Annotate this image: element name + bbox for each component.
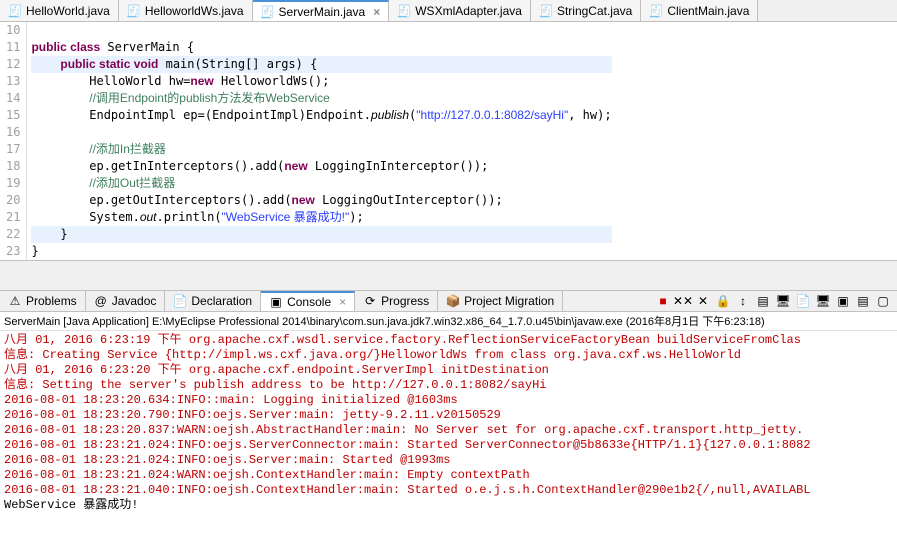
panel-label: Progress [381, 294, 429, 308]
panel-icon: ⟳ [363, 294, 377, 308]
console-line: 2016-08-01 18:23:21.040:INFO:oejsh.Conte… [4, 483, 893, 498]
panel-label: Javadoc [112, 294, 157, 308]
java-file-icon: 🧾 [397, 4, 411, 18]
console-line: 信息: Creating Service {http://impl.ws.cxf… [4, 348, 893, 363]
panel-label: Declaration [191, 294, 252, 308]
panel-tab-progress[interactable]: ⟳ Progress [355, 291, 438, 311]
java-file-icon: 🧾 [649, 4, 663, 18]
editor-tab-4[interactable]: 🧾 StringCat.java [531, 0, 641, 21]
java-file-icon: 🧾 [8, 4, 22, 18]
editor-tabs: 🧾 HelloWorld.java 🧾 HelloworldWs.java 🧾 Serve… [0, 0, 897, 22]
panel-icon: ⚠ [8, 294, 22, 308]
tab-label: HelloWorld.java [26, 4, 110, 18]
tab-label: StringCat.java [557, 4, 632, 18]
console-line: 2016-08-01 18:23:21.024:INFO:oejs.Server… [4, 453, 893, 468]
toolbar-button-5[interactable]: ▤ [755, 293, 771, 309]
code-editor[interactable]: 1011121314151617181920212223 public clas… [0, 22, 897, 260]
panel-tab-javadoc[interactable]: @ Javadoc [86, 291, 166, 311]
panel-icon: ▣ [269, 295, 283, 309]
editor-tab-0[interactable]: 🧾 HelloWorld.java [0, 0, 119, 21]
console-line: 2016-08-01 18:23:21.024:INFO:oejs.Server… [4, 438, 893, 453]
java-file-icon: 🧾 [127, 4, 141, 18]
panel-icon: 📦 [446, 294, 460, 308]
panel-tab-declaration[interactable]: 📄 Declaration [165, 291, 261, 311]
code-area[interactable]: public class ServerMain { public static … [27, 22, 615, 260]
toolbar-button-11[interactable]: ▢ [875, 293, 891, 309]
editor-tab-2[interactable]: 🧾 ServerMain.java × [253, 0, 390, 21]
toolbar-button-6[interactable]: 🖥 [775, 293, 791, 309]
panel-icon: @ [94, 294, 108, 308]
toolbar-button-3[interactable]: 🔒 [715, 293, 731, 309]
panel-tab-project-migration[interactable]: 📦 Project Migration [438, 291, 563, 311]
console-line: WebService 暴露成功! [4, 498, 893, 513]
console-line: 2016-08-01 18:23:20.634:INFO::main: Logg… [4, 393, 893, 408]
console-line: 2016-08-01 18:23:21.024:WARN:oejsh.Conte… [4, 468, 893, 483]
line-gutter: 1011121314151617181920212223 [0, 22, 27, 260]
panel-icon: 📄 [173, 294, 187, 308]
toolbar-button-4[interactable]: ↕ [735, 293, 751, 309]
panel-label: Console [287, 295, 331, 309]
editor-tab-5[interactable]: 🧾 ClientMain.java [641, 0, 758, 21]
toolbar-button-1[interactable]: ✕✕ [675, 293, 691, 309]
panel-tab-problems[interactable]: ⚠ Problems [0, 291, 86, 311]
close-icon[interactable]: × [339, 295, 346, 309]
console-toolbar: ■✕✕✕🔒↕▤🖥📄🖥▣▤▢ [655, 293, 897, 309]
toolbar-button-7[interactable]: 📄 [795, 293, 811, 309]
editor-tab-1[interactable]: 🧾 HelloworldWs.java [119, 0, 253, 21]
tab-label: WSXmlAdapter.java [415, 4, 522, 18]
tab-label: ServerMain.java [279, 5, 366, 19]
console-process-info: ServerMain [Java Application] E:\MyEclip… [0, 312, 897, 331]
panel-label: Problems [26, 294, 77, 308]
toolbar-button-8[interactable]: 🖥 [815, 293, 831, 309]
console-line: 八月 01, 2016 6:23:19 下午 org.apache.cxf.ws… [4, 333, 893, 348]
console-line: 2016-08-01 18:23:20.837:WARN:oejsh.Abstr… [4, 423, 893, 438]
console-line: 信息: Setting the server's publish address… [4, 378, 893, 393]
java-file-icon: 🧾 [539, 4, 553, 18]
toolbar-button-10[interactable]: ▤ [855, 293, 871, 309]
panel-label: Project Migration [464, 294, 554, 308]
console-output[interactable]: 八月 01, 2016 6:23:19 下午 org.apache.cxf.ws… [0, 331, 897, 543]
tab-label: ClientMain.java [667, 4, 749, 18]
close-icon[interactable]: × [373, 5, 380, 19]
toolbar-button-9[interactable]: ▣ [835, 293, 851, 309]
toolbar-button-0[interactable]: ■ [655, 293, 671, 309]
console-line: 2016-08-01 18:23:20.790:INFO:oejs.Server… [4, 408, 893, 423]
panel-tab-console[interactable]: ▣ Console × [261, 291, 355, 311]
tab-label: HelloworldWs.java [145, 4, 244, 18]
bottom-panel-tabs: ⚠ Problems @ Javadoc 📄 Declaration ▣ Console × ⟳ P… [0, 290, 897, 312]
java-file-icon: 🧾 [261, 5, 275, 19]
console-line: 八月 01, 2016 6:23:20 下午 org.apache.cxf.en… [4, 363, 893, 378]
toolbar-button-2[interactable]: ✕ [695, 293, 711, 309]
editor-tab-3[interactable]: 🧾 WSXmlAdapter.java [389, 0, 531, 21]
